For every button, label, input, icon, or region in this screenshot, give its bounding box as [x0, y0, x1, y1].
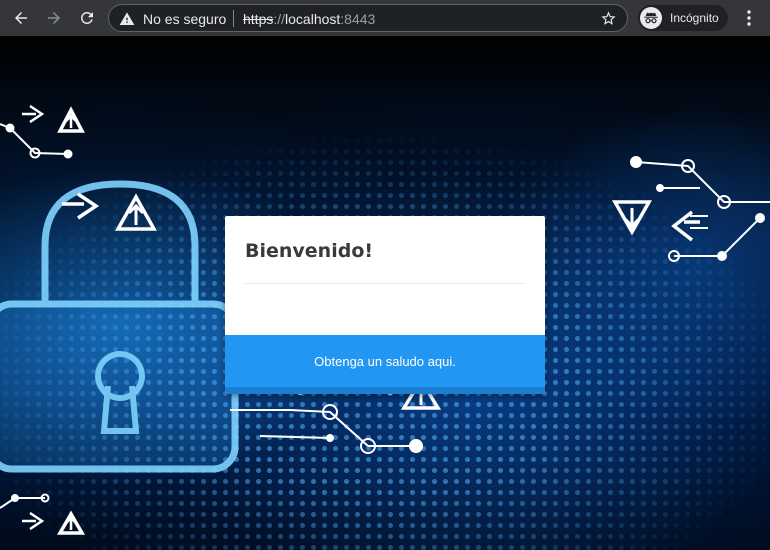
page-background: Bienvenido! Obtenga un saludo aqui. [0, 36, 770, 550]
address-bar-divider [233, 10, 234, 27]
circuit-lines-right [630, 156, 770, 262]
get-greeting-label: Obtenga un saludo aqui. [314, 353, 456, 369]
incognito-avatar [640, 7, 662, 29]
address-bar[interactable]: No es seguro https://localhost:8443 [108, 4, 628, 32]
url-separator: :// [273, 11, 286, 27]
incognito-icon [644, 12, 658, 24]
card-title: Bienvenido! [245, 240, 374, 262]
forward-button[interactable] [42, 6, 66, 30]
back-button[interactable] [9, 6, 33, 30]
url-scheme: https [243, 11, 274, 27]
incognito-label: Incógnito [670, 11, 719, 25]
circuit-lines-bottom [230, 387, 423, 454]
url-host: localhost [285, 11, 341, 27]
back-arrow-icon [15, 12, 27, 24]
bookmark-star-icon[interactable] [600, 10, 617, 27]
kebab-menu-icon [747, 10, 751, 26]
welcome-card: Bienvenido! Obtenga un saludo aqui. [225, 216, 545, 394]
incognito-indicator[interactable]: Incógnito [638, 5, 728, 31]
reload-icon [80, 11, 93, 24]
url-text[interactable]: https://localhost:8443 [243, 11, 375, 27]
browser-menu-button[interactable] [738, 6, 760, 30]
card-footer-strip [225, 387, 545, 394]
url-port: :8443 [340, 11, 376, 27]
get-greeting-button[interactable]: Obtenga un saludo aqui. [225, 335, 545, 387]
card-divider [245, 283, 525, 284]
not-secure-warning-icon[interactable] [119, 11, 135, 27]
reload-button[interactable] [75, 6, 99, 30]
security-status-label[interactable]: No es seguro [143, 11, 226, 27]
forward-arrow-icon [48, 12, 60, 24]
browser-toolbar: No es seguro https://localhost:8443 Incó… [0, 0, 770, 36]
